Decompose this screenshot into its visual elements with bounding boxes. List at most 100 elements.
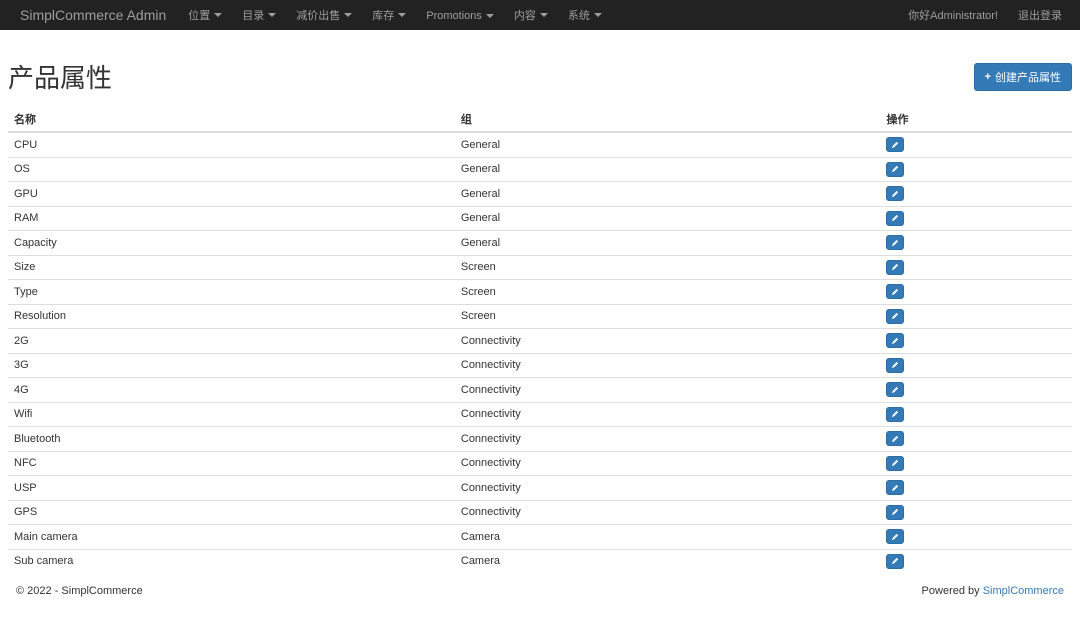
nav-item-2[interactable]: 减价出售 <box>286 0 362 30</box>
table-row: RAMGeneral <box>8 206 1072 231</box>
edit-button[interactable] <box>886 554 904 569</box>
edit-button[interactable] <box>886 456 904 471</box>
create-product-attribute-button[interactable]: + 创建产品属性 <box>974 63 1072 91</box>
pencil-icon <box>892 336 898 346</box>
edit-button[interactable] <box>886 284 904 299</box>
header-name: 名称 <box>8 107 455 132</box>
cell-name: Size <box>8 255 455 280</box>
cell-group: Connectivity <box>455 451 881 476</box>
cell-name: Resolution <box>8 304 455 329</box>
cell-actions <box>880 231 1072 256</box>
cell-name: CPU <box>8 132 455 157</box>
pencil-icon <box>892 164 898 174</box>
edit-button[interactable] <box>886 382 904 397</box>
powered-by-label: Powered by <box>922 585 983 597</box>
cell-actions <box>880 378 1072 403</box>
table-row: ResolutionScreen <box>8 304 1072 329</box>
cell-name: GPU <box>8 182 455 207</box>
cell-name: Sub camera <box>8 549 455 573</box>
navbar-left-items: 位置目录减价出售库存 Promotions 内容系统 <box>178 0 612 30</box>
edit-button[interactable] <box>886 480 904 495</box>
edit-button[interactable] <box>886 260 904 275</box>
cell-actions <box>880 353 1072 378</box>
navbar: SimplCommerce Admin 位置目录减价出售库存 Promotions… <box>0 0 1080 30</box>
pencil-icon <box>892 311 898 321</box>
nav-item-4[interactable]: Promotions <box>416 3 504 29</box>
table-row: Sub cameraCamera <box>8 549 1072 573</box>
cell-name: Type <box>8 280 455 305</box>
edit-button[interactable] <box>886 211 904 226</box>
cell-group: Screen <box>455 304 881 329</box>
nav-item-label: Promotions <box>426 10 482 22</box>
chevron-down-icon <box>398 13 406 17</box>
cell-group: Connectivity <box>455 329 881 354</box>
nav-item-label: 系统 <box>568 7 590 23</box>
nav-item-5[interactable]: 内容 <box>504 0 558 30</box>
edit-button[interactable] <box>886 137 904 152</box>
navbar-left: SimplCommerce Admin 位置目录减价出售库存 Promotions… <box>8 0 612 30</box>
cell-group: Camera <box>455 549 881 573</box>
table-row: USPConnectivity <box>8 476 1072 501</box>
table-row: 4GConnectivity <box>8 378 1072 403</box>
nav-item-6[interactable]: 系统 <box>558 0 612 30</box>
pencil-icon <box>892 434 898 444</box>
cell-group: Connectivity <box>455 427 881 452</box>
footer: © 2022 - SimplCommerce Powered by SimplC… <box>8 573 1072 609</box>
cell-actions <box>880 255 1072 280</box>
pencil-icon <box>892 458 898 468</box>
cell-actions <box>880 132 1072 157</box>
pencil-icon <box>892 238 898 248</box>
pencil-icon <box>892 507 898 517</box>
cell-group: General <box>455 157 881 182</box>
edit-button[interactable] <box>886 358 904 373</box>
edit-button[interactable] <box>886 162 904 177</box>
cell-name: Wifi <box>8 402 455 427</box>
nav-item-3[interactable]: 库存 <box>362 0 416 30</box>
edit-button[interactable] <box>886 407 904 422</box>
cell-group: Connectivity <box>455 353 881 378</box>
main-container: 产品属性 + 创建产品属性 名称 组 操作 CPUGeneralOSGenera… <box>0 30 1080 617</box>
table-row: GPSConnectivity <box>8 500 1072 525</box>
pencil-icon <box>892 213 898 223</box>
create-button-label: 创建产品属性 <box>995 69 1061 85</box>
cell-name: RAM <box>8 206 455 231</box>
plus-icon: + <box>985 71 991 83</box>
table-header-row: 名称 组 操作 <box>8 107 1072 132</box>
attributes-table: 名称 组 操作 CPUGeneralOSGeneralGPUGeneralRAM… <box>8 107 1072 573</box>
chevron-down-icon <box>486 14 494 18</box>
edit-button[interactable] <box>886 309 904 324</box>
nav-item-1[interactable]: 目录 <box>232 0 286 30</box>
pencil-icon <box>892 532 898 542</box>
navbar-brand[interactable]: SimplCommerce Admin <box>8 0 178 30</box>
pencil-icon <box>892 287 898 297</box>
chevron-down-icon <box>268 13 276 17</box>
edit-button[interactable] <box>886 186 904 201</box>
edit-button[interactable] <box>886 529 904 544</box>
cell-group: Camera <box>455 525 881 550</box>
table-row: NFCConnectivity <box>8 451 1072 476</box>
powered-by-link[interactable]: SimplCommerce <box>983 585 1064 597</box>
edit-button[interactable] <box>886 333 904 348</box>
nav-right-item-0[interactable]: 你好Administrator! <box>898 0 1008 30</box>
pencil-icon <box>892 556 898 566</box>
edit-button[interactable] <box>886 235 904 250</box>
footer-copyright: © 2022 - SimplCommerce <box>16 585 143 597</box>
navbar-right: 你好Administrator!退出登录 <box>898 0 1072 30</box>
chevron-down-icon <box>594 13 602 17</box>
edit-button[interactable] <box>886 505 904 520</box>
cell-actions <box>880 427 1072 452</box>
table-row: 3GConnectivity <box>8 353 1072 378</box>
cell-name: 4G <box>8 378 455 403</box>
nav-item-0[interactable]: 位置 <box>178 0 232 30</box>
cell-actions <box>880 451 1072 476</box>
cell-name: Bluetooth <box>8 427 455 452</box>
cell-group: General <box>455 206 881 231</box>
cell-name: 2G <box>8 329 455 354</box>
cell-actions <box>880 329 1072 354</box>
footer-powered-by: Powered by SimplCommerce <box>922 585 1064 597</box>
cell-name: Capacity <box>8 231 455 256</box>
cell-actions <box>880 304 1072 329</box>
cell-group: Connectivity <box>455 476 881 501</box>
edit-button[interactable] <box>886 431 904 446</box>
nav-right-item-1[interactable]: 退出登录 <box>1008 0 1072 30</box>
